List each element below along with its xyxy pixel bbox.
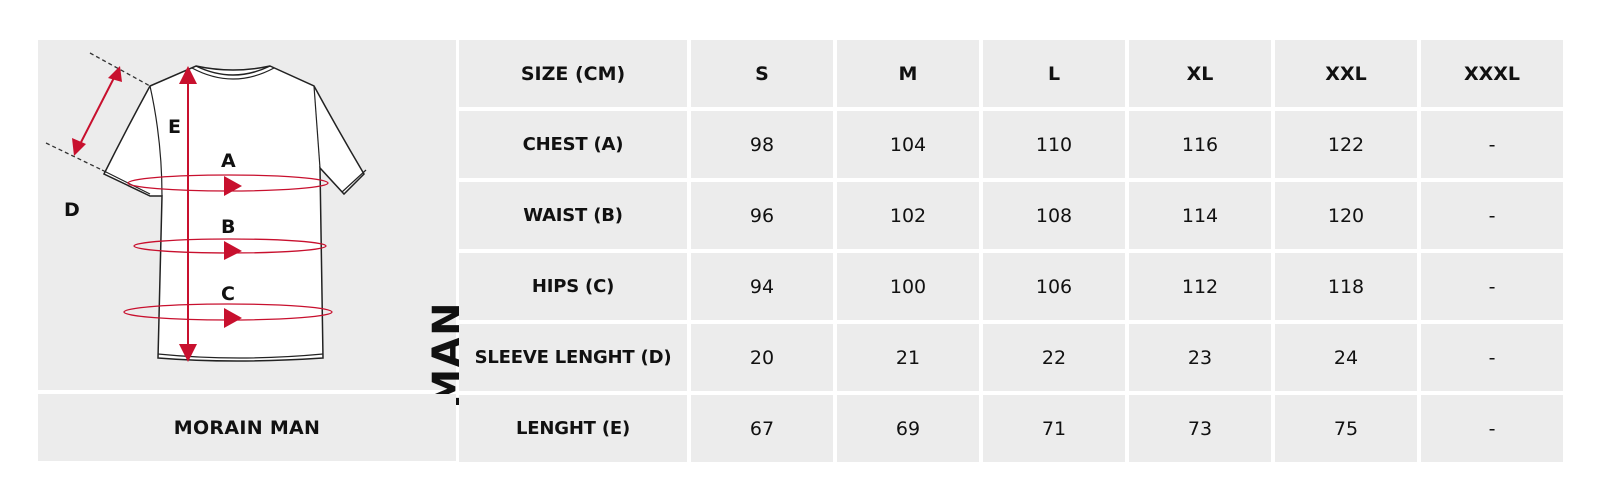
row-label-waist: WAIST (B) (459, 182, 687, 249)
table-cell: 118 (1275, 253, 1417, 320)
table-cell: 116 (1129, 111, 1271, 178)
header-size-m: M (837, 40, 979, 107)
label-a: A (221, 150, 236, 172)
table-cell: 73 (1129, 395, 1271, 462)
row-label-length: LENGHT (E) (459, 395, 687, 462)
header-size-xxxl: XXXL (1421, 40, 1563, 107)
header-size-cm: SIZE (CM) (459, 40, 687, 107)
table-cell: 110 (983, 111, 1125, 178)
table-cell: 98 (691, 111, 833, 178)
size-table: SIZE (CM) S M L XL XXL XXXL CHEST (A) 98… (459, 40, 1563, 462)
table-cell: - (1421, 324, 1563, 391)
table-cell: - (1421, 182, 1563, 249)
table-cell: 22 (983, 324, 1125, 391)
table-cell: 112 (1129, 253, 1271, 320)
row-label-hips: HIPS (C) (459, 253, 687, 320)
table-cell: 108 (983, 182, 1125, 249)
header-size-s: S (691, 40, 833, 107)
row-label-sleeve: SLEEVE LENGHT (D) (459, 324, 687, 391)
table-cell: 71 (983, 395, 1125, 462)
table-cell: - (1421, 111, 1563, 178)
table-cell: 24 (1275, 324, 1417, 391)
product-name: MORAIN MAN (38, 394, 456, 461)
label-b: B (221, 216, 235, 238)
table-cell: 20 (691, 324, 833, 391)
table-cell: - (1421, 395, 1563, 462)
header-size-xl: XL (1129, 40, 1271, 107)
label-d: D (64, 199, 80, 221)
table-cell: 21 (837, 324, 979, 391)
table-cell: 104 (837, 111, 979, 178)
table-cell: 106 (983, 253, 1125, 320)
table-cell: 67 (691, 395, 833, 462)
header-size-l: L (983, 40, 1125, 107)
table-cell: 100 (837, 253, 979, 320)
label-e: E (168, 116, 181, 138)
row-label-chest: CHEST (A) (459, 111, 687, 178)
table-cell: 69 (837, 395, 979, 462)
tshirt-diagram: A B C D E (45, 52, 367, 362)
table-cell: - (1421, 253, 1563, 320)
table-cell: 96 (691, 182, 833, 249)
table-cell: 122 (1275, 111, 1417, 178)
table-cell: 102 (837, 182, 979, 249)
tshirt-illustration-panel: A B C D E MAN (38, 40, 471, 409)
table-cell: 23 (1129, 324, 1271, 391)
table-cell: 94 (691, 253, 833, 320)
table-cell: 75 (1275, 395, 1417, 462)
sleeve-arrow (75, 69, 119, 153)
label-c: C (221, 283, 235, 305)
header-size-xxl: XXL (1275, 40, 1417, 107)
table-cell: 114 (1129, 182, 1271, 249)
table-cell: 120 (1275, 182, 1417, 249)
